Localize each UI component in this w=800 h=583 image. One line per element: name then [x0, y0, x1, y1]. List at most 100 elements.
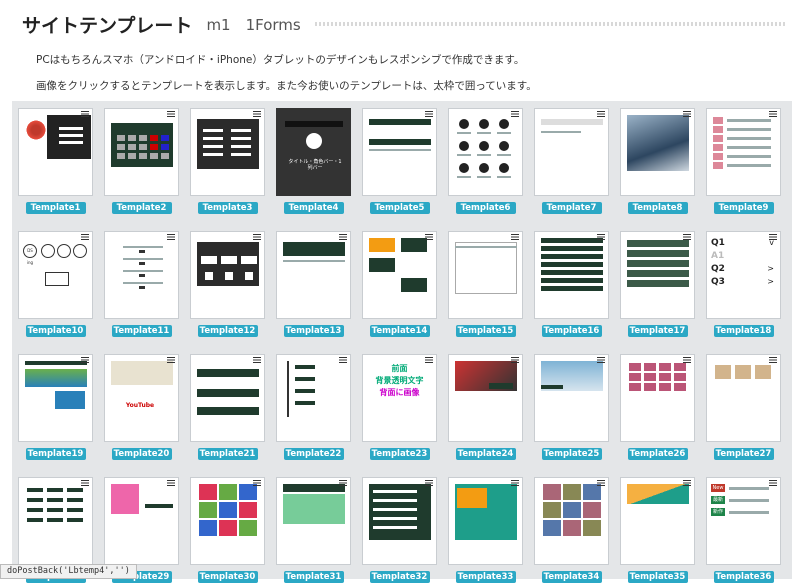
template-tile-32[interactable]: Template32: [362, 477, 437, 583]
template-tile-35[interactable]: Template35: [620, 477, 695, 583]
template-thumbnail[interactable]: [706, 108, 781, 196]
template-thumbnail[interactable]: [534, 231, 609, 319]
template-thumbnail[interactable]: [620, 477, 695, 565]
template-label-button[interactable]: Template17: [627, 325, 688, 337]
template-label-button[interactable]: Template36: [713, 571, 774, 583]
template-label-button[interactable]: Template11: [111, 325, 172, 337]
template-tile-17[interactable]: Template17: [620, 231, 695, 337]
template-thumbnail[interactable]: [276, 231, 351, 319]
template-tile-15[interactable]: Template15: [448, 231, 523, 337]
template-label-button[interactable]: Template8: [627, 202, 688, 214]
template-tile-6[interactable]: Template6: [448, 108, 523, 214]
template-tile-23[interactable]: 前面 背景透明文字 背面に画像 Template23: [362, 354, 437, 460]
template-tile-18[interactable]: Q1 v A1 Q2 > Q3 > Template18: [706, 231, 781, 337]
template-thumbnail[interactable]: [620, 231, 695, 319]
template-thumbnail[interactable]: [104, 108, 179, 196]
template-thumbnail[interactable]: [18, 354, 93, 442]
template-thumbnail[interactable]: [190, 354, 265, 442]
template-tile-16[interactable]: Template16: [534, 231, 609, 337]
template-thumbnail[interactable]: [362, 108, 437, 196]
template-tile-33[interactable]: Template33: [448, 477, 523, 583]
template-thumbnail[interactable]: YouTube: [104, 354, 179, 442]
template-tile-25[interactable]: Template25: [534, 354, 609, 460]
template-tile-10[interactable]: DS ing Template10: [18, 231, 93, 337]
template-tile-26[interactable]: Template26: [620, 354, 695, 460]
template-label-button[interactable]: Template6: [455, 202, 516, 214]
template-label-button[interactable]: Template16: [541, 325, 602, 337]
template-thumbnail[interactable]: [620, 354, 695, 442]
template-tile-14[interactable]: Template14: [362, 231, 437, 337]
template-tile-2[interactable]: Template2: [104, 108, 179, 214]
template-label-button[interactable]: Template19: [25, 448, 86, 460]
template-label-button[interactable]: Template23: [369, 448, 430, 460]
template-thumbnail[interactable]: [534, 477, 609, 565]
template-tile-8[interactable]: Template8: [620, 108, 695, 214]
template-thumbnail[interactable]: [18, 108, 93, 196]
template-tile-4[interactable]: タイトル・角色バー・1列バー Template4: [276, 108, 351, 214]
template-label-button[interactable]: Template27: [713, 448, 774, 460]
template-label-button[interactable]: Template34: [541, 571, 602, 583]
template-label-button[interactable]: Template31: [283, 571, 344, 583]
template-label-button[interactable]: Template14: [369, 325, 430, 337]
template-thumbnail[interactable]: [534, 354, 609, 442]
template-tile-30[interactable]: Template30: [190, 477, 265, 583]
template-thumbnail[interactable]: [104, 231, 179, 319]
template-label-button[interactable]: Template32: [369, 571, 430, 583]
template-thumbnail[interactable]: [362, 477, 437, 565]
template-thumbnail[interactable]: [276, 354, 351, 442]
template-label-button[interactable]: Template26: [627, 448, 688, 460]
template-label-button[interactable]: Template33: [455, 571, 516, 583]
template-thumbnail[interactable]: [448, 477, 523, 565]
template-tile-31[interactable]: Template31: [276, 477, 351, 583]
template-label-button[interactable]: Template7: [541, 202, 602, 214]
template-thumbnail[interactable]: [448, 231, 523, 319]
template-thumbnail[interactable]: [190, 231, 265, 319]
template-thumbnail[interactable]: [620, 108, 695, 196]
template-thumbnail[interactable]: [448, 354, 523, 442]
template-label-button[interactable]: Template35: [627, 571, 688, 583]
template-tile-9[interactable]: Template9: [706, 108, 781, 214]
template-label-button[interactable]: Template3: [197, 202, 258, 214]
template-label-button[interactable]: Template20: [111, 448, 172, 460]
template-tile-3[interactable]: Template3: [190, 108, 265, 214]
template-tile-20[interactable]: YouTube Template20: [104, 354, 179, 460]
template-tile-11[interactable]: Template11: [104, 231, 179, 337]
template-label-button[interactable]: Template10: [25, 325, 86, 337]
template-tile-21[interactable]: Template21: [190, 354, 265, 460]
template-label-button[interactable]: Template21: [197, 448, 258, 460]
template-tile-7[interactable]: Template7: [534, 108, 609, 214]
template-thumbnail[interactable]: [706, 354, 781, 442]
template-thumbnail[interactable]: [534, 108, 609, 196]
template-thumbnail[interactable]: DS ing: [18, 231, 93, 319]
template-label-button[interactable]: Template13: [283, 325, 344, 337]
template-thumbnail[interactable]: タイトル・角色バー・1列バー: [276, 108, 351, 196]
template-tile-5[interactable]: Template5: [362, 108, 437, 214]
template-thumbnail[interactable]: [362, 231, 437, 319]
template-label-button[interactable]: Template12: [197, 325, 258, 337]
template-thumbnail[interactable]: [448, 108, 523, 196]
template-tile-13[interactable]: Template13: [276, 231, 351, 337]
template-label-button[interactable]: Template18: [713, 325, 774, 337]
template-thumbnail[interactable]: [190, 108, 265, 196]
template-tile-34[interactable]: Template34: [534, 477, 609, 583]
template-tile-1[interactable]: Template1: [18, 108, 93, 214]
template-tile-22[interactable]: Template22: [276, 354, 351, 460]
template-tile-19[interactable]: Template19: [18, 354, 93, 460]
template-label-button[interactable]: Template1: [25, 202, 86, 214]
template-thumbnail[interactable]: 前面 背景透明文字 背面に画像: [362, 354, 437, 442]
template-label-button[interactable]: Template5: [369, 202, 430, 214]
template-label-button[interactable]: Template9: [713, 202, 774, 214]
template-label-button[interactable]: Template2: [111, 202, 172, 214]
template-tile-24[interactable]: Template24: [448, 354, 523, 460]
template-label-button[interactable]: Template25: [541, 448, 602, 460]
template-label-button[interactable]: Template15: [455, 325, 516, 337]
template-tile-36[interactable]: New 最新 新作 Template36: [706, 477, 781, 583]
template-thumbnail[interactable]: [276, 477, 351, 565]
template-tile-12[interactable]: Template12: [190, 231, 265, 337]
template-label-button[interactable]: Template30: [197, 571, 258, 583]
template-thumbnail[interactable]: New 最新 新作: [706, 477, 781, 565]
template-thumbnail[interactable]: [18, 477, 93, 565]
template-label-button[interactable]: Template4: [283, 202, 344, 214]
template-tile-27[interactable]: Template27: [706, 354, 781, 460]
template-thumbnail[interactable]: [190, 477, 265, 565]
